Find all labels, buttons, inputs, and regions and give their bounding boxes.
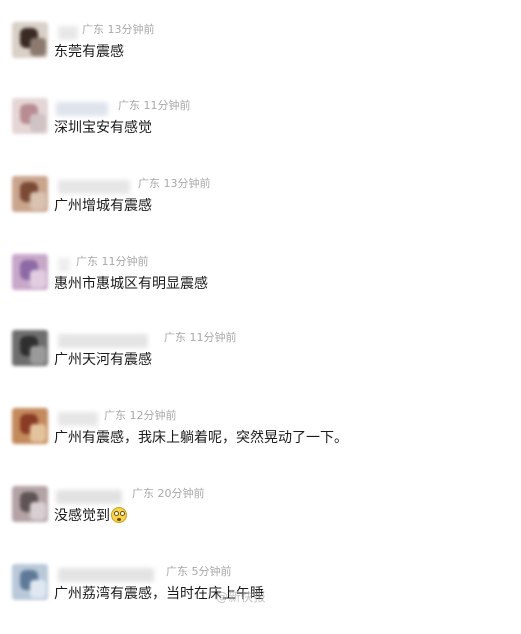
avatar-shape [30, 114, 46, 132]
comment-location: 广东 [164, 331, 186, 344]
avatar[interactable] [12, 22, 48, 58]
username-blurred[interactable] [56, 490, 122, 504]
comment-text: 惠州市惠城区有明显震感 [54, 276, 208, 292]
comment-text: 广州有震感，我床上躺着呢，突然晃动了一下。 [54, 430, 348, 446]
comment-time: 12分钟前 [129, 409, 177, 422]
comment-meta: 广东 20分钟前 [132, 486, 205, 502]
avatar-shape [30, 424, 46, 442]
username-blurred[interactable] [58, 568, 154, 582]
comment-meta: 广东 11分钟前 [118, 98, 191, 114]
watermark: @新快报 [216, 590, 267, 604]
comment-text: 深圳宝安有感觉 [54, 120, 152, 136]
avatar[interactable] [12, 564, 48, 600]
comment-meta: 广东 11分钟前 [164, 330, 237, 346]
avatar[interactable] [12, 408, 48, 444]
comment-item: 广东 11分钟前 惠州市惠城区有明显震感 [0, 254, 521, 324]
comment-item: 广东 13分钟前 东莞有震感 [0, 22, 521, 92]
comment-meta: 广东 5分钟前 [166, 564, 232, 580]
avatar-shape [30, 580, 46, 598]
comment-time: 13分钟前 [107, 23, 155, 36]
avatar-shape [30, 192, 46, 210]
username-blurred[interactable] [58, 26, 78, 40]
avatar[interactable] [12, 98, 48, 134]
comment-item: 广东 13分钟前 广州增城有震感 [0, 176, 521, 246]
comment-location: 广东 [118, 99, 140, 112]
comment-location: 广东 [82, 23, 104, 36]
comment-time: 5分钟前 [191, 565, 232, 578]
comment-text: 广州天河有震感 [54, 352, 152, 368]
comment-meta: 广东 11分钟前 [76, 254, 149, 270]
avatar[interactable] [12, 254, 48, 290]
comment-meta: 广东 12分钟前 [104, 408, 177, 424]
avatar-shape [30, 270, 46, 288]
comment-item: 广东 11分钟前 深圳宝安有感觉 [0, 98, 521, 168]
avatar[interactable] [12, 176, 48, 212]
comment-time: 13分钟前 [163, 177, 211, 190]
dizzy-face-emoji-icon [111, 507, 127, 523]
username-blurred[interactable] [56, 102, 108, 116]
comment-text: 广州增城有震感 [54, 198, 152, 214]
comment-location: 广东 [166, 565, 188, 578]
username-blurred[interactable] [58, 412, 98, 426]
avatar-shape [30, 38, 46, 56]
username-blurred[interactable] [58, 258, 70, 272]
comment-location: 广东 [138, 177, 160, 190]
comment-text-content: 没感觉到 [54, 508, 110, 524]
avatar-shape [30, 502, 46, 520]
comment-time: 11分钟前 [143, 99, 191, 112]
comment-item: 广东 12分钟前 广州有震感，我床上躺着呢，突然晃动了一下。 [0, 408, 521, 478]
comment-item: 广东 11分钟前 广州天河有震感 [0, 330, 521, 400]
comment-item: 广东 20分钟前 没感觉到 [0, 486, 521, 556]
comment-time: 11分钟前 [189, 331, 237, 344]
username-blurred[interactable] [58, 334, 148, 348]
comment-time: 20分钟前 [157, 487, 205, 500]
comment-meta: 广东 13分钟前 [138, 176, 211, 192]
comment-location: 广东 [132, 487, 154, 500]
comment-text: 东莞有震感 [54, 44, 124, 60]
avatar[interactable] [12, 330, 48, 366]
comment-text: 没感觉到 [54, 506, 127, 526]
comment-meta: 广东 13分钟前 [82, 22, 155, 38]
comment-time: 11分钟前 [101, 255, 149, 268]
avatar[interactable] [12, 486, 48, 522]
username-blurred[interactable] [58, 180, 130, 194]
comment-location: 广东 [104, 409, 126, 422]
avatar-shape [30, 346, 46, 364]
comment-location: 广东 [76, 255, 98, 268]
